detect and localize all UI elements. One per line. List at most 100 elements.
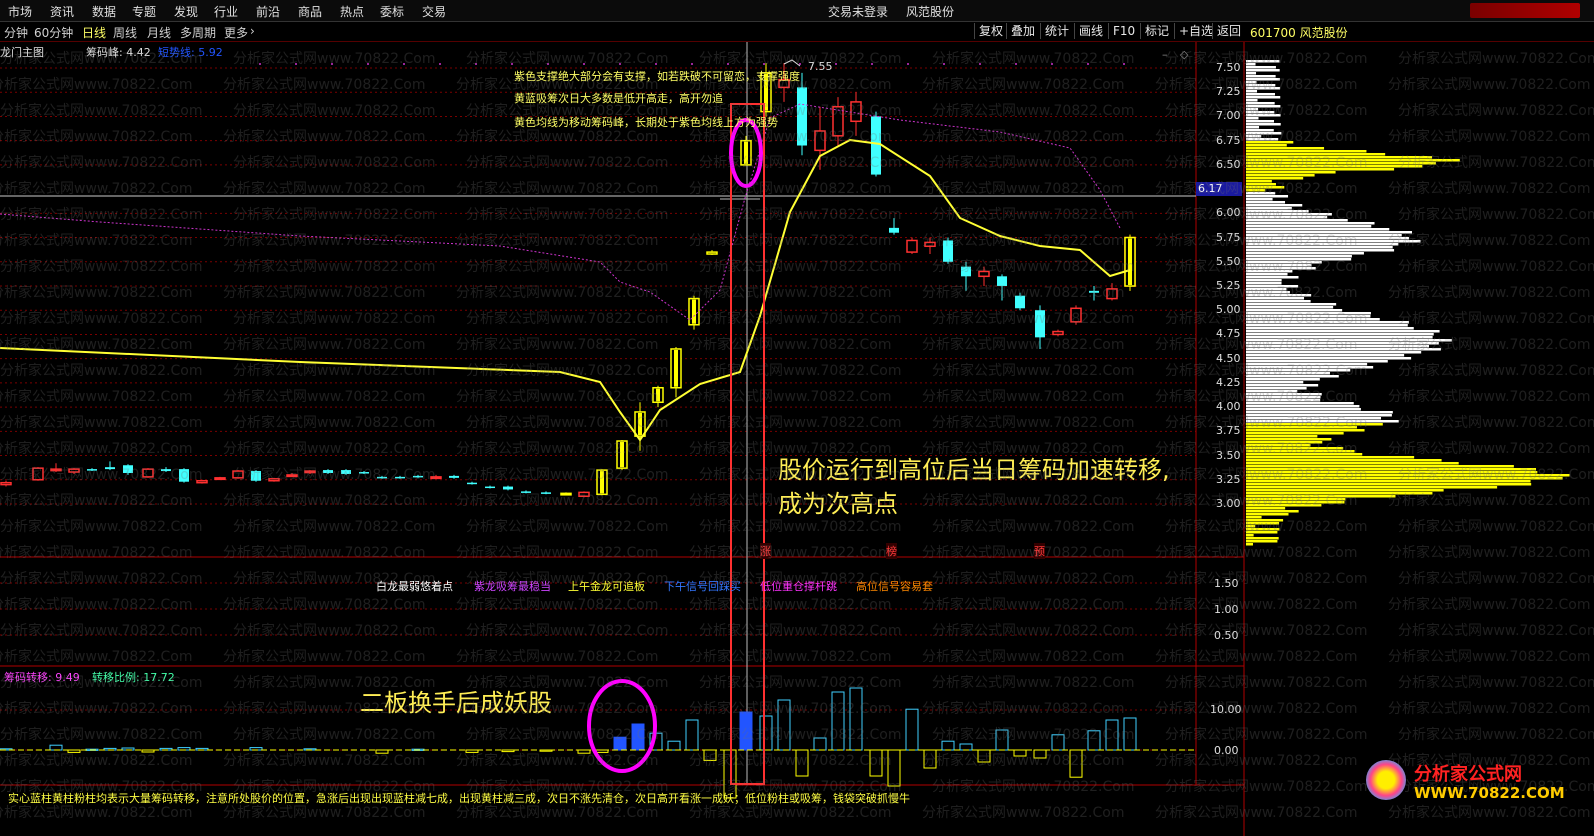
chip-bar: [1246, 462, 1459, 465]
chip-bar: [1246, 447, 1344, 450]
chip-bar: [1246, 114, 1281, 117]
chip-bar: [1246, 504, 1322, 507]
signal-tick-3: 0.50: [1214, 629, 1239, 642]
top-dot-marker: [835, 63, 837, 65]
chip-bar: [1246, 360, 1388, 363]
diamond-icon[interactable]: ◇: [1180, 48, 1188, 61]
chip-bar: [1246, 216, 1328, 219]
chip-bar: [1246, 168, 1395, 171]
chip-bar: [1246, 543, 1253, 546]
chip-bar: [1246, 438, 1332, 441]
chip-bar: [1246, 237, 1409, 240]
top-dot-marker: [295, 63, 297, 65]
candle-body: [871, 116, 881, 175]
candle-fill: [1128, 238, 1132, 285]
chip-bar: [1246, 108, 1259, 111]
chip-bar: [1246, 342, 1439, 345]
candle-fill: [620, 442, 624, 468]
candle-body: [485, 486, 495, 489]
chip-bar: [1246, 60, 1280, 63]
candle-body: [797, 87, 807, 146]
chip-bar: [1246, 390, 1298, 393]
candle-body: [87, 469, 97, 471]
candle-body: [521, 491, 531, 493]
chip-bar: [1246, 495, 1396, 498]
chip-bar: [1246, 102, 1275, 105]
top-dot-marker: [1015, 63, 1017, 65]
note-yellow-blue: 黄蓝吸筹次日大多数是低开高走，高开勿追: [514, 92, 723, 105]
transfer-bar: [777, 699, 791, 751]
price-tick: 4.00: [1216, 400, 1241, 414]
candle-body: [123, 465, 133, 473]
minimize-icon[interactable]: –: [1162, 48, 1168, 61]
chip-bar: [1246, 393, 1322, 396]
chip-bar: [1246, 249, 1395, 252]
chip-bar: [1246, 84, 1276, 87]
candle-body: [268, 478, 280, 482]
chip-bar: [1246, 198, 1273, 201]
chip-bar: [1246, 276, 1299, 279]
chip-bar: [1246, 189, 1266, 192]
price-tick: 7.00: [1216, 109, 1241, 123]
chip-bar: [1246, 513, 1289, 516]
chip-bar: [1246, 234, 1402, 237]
candle-body: [50, 468, 62, 472]
candle-fill: [744, 141, 748, 164]
candle-fill: [692, 299, 696, 324]
transfer-bar: [977, 749, 991, 763]
chip-transfer-value: 筹码转移: 9.49: [4, 671, 80, 684]
chip-bar: [1246, 171, 1336, 174]
chip-bar: [1246, 255, 1352, 258]
chip-bar: [1246, 66, 1276, 69]
top-dot-marker: [799, 63, 801, 65]
chip-bar: [1246, 429, 1365, 432]
annotation-high-point-line2: 成为次高点: [778, 490, 898, 518]
signal-white-dragon: 白龙最弱悠着点: [376, 580, 453, 593]
candle-body: [341, 470, 351, 474]
signal-low-heavy: 低位重仓撑杆跳: [760, 580, 837, 593]
candle-body: [323, 470, 333, 473]
candle-body: [32, 467, 44, 481]
chip-bar: [1246, 96, 1281, 99]
chip-bar: [1246, 123, 1281, 126]
chip-bar: [1246, 354, 1405, 357]
candle-body: [232, 470, 244, 479]
chip-bar: [1246, 285, 1299, 288]
current-price-badge: 6.17: [1196, 182, 1242, 196]
chip-bar: [1246, 345, 1430, 348]
candle-body: [578, 491, 590, 497]
chip-bar: [1246, 459, 1442, 462]
chip-bar: [1246, 120, 1274, 123]
chip-bar: [1246, 297, 1305, 300]
chip-bar: [1246, 201, 1286, 204]
chip-bar: [1246, 450, 1355, 453]
transfer-ratio-value: 转移比例: 17.72: [92, 671, 175, 684]
chip-bar: [1246, 507, 1286, 510]
chip-bar: [1246, 351, 1422, 354]
chip-bar: [1246, 519, 1284, 522]
transfer-bar: [1033, 749, 1047, 759]
candle-body: [706, 251, 718, 255]
transfer-bar: [959, 743, 973, 751]
chip-bar: [1246, 111, 1275, 114]
main-chart-title: 龙门主图: [0, 46, 44, 59]
chip-bar: [1246, 315, 1371, 318]
transfer-bar: [869, 749, 883, 777]
chip-bar: [1246, 300, 1311, 303]
chip-bar: [1246, 381, 1304, 384]
chip-bar: [1246, 267, 1316, 270]
price-tick: 3.50: [1216, 448, 1241, 462]
chip-bar: [1246, 72, 1257, 75]
chip-bar: [1246, 180, 1272, 183]
chip-bar: [1246, 330, 1440, 333]
transfer-bar: [1123, 717, 1137, 751]
price-tick: 4.25: [1216, 375, 1241, 389]
chip-bar: [1246, 411, 1393, 414]
candle-fill: [674, 349, 678, 387]
chip-bar: [1246, 240, 1421, 243]
chip-bar: [1246, 156, 1433, 159]
candle-body: [286, 474, 298, 478]
candle-body: [0, 481, 12, 486]
candle-body: [214, 477, 226, 481]
transfer-bar: [1105, 719, 1119, 751]
